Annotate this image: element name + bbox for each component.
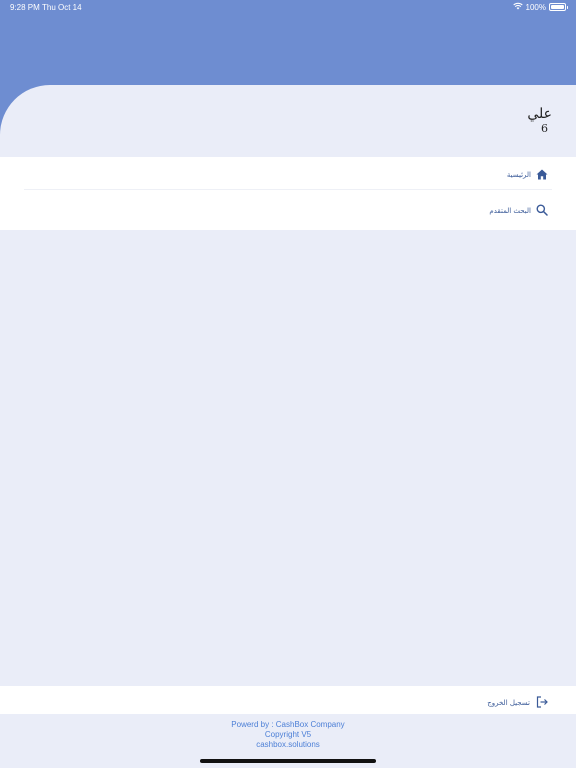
battery-percent: 100%	[525, 2, 546, 12]
footer: Powerd by : CashBox Company Copyright V5…	[0, 720, 576, 750]
user-name: علي	[527, 106, 552, 122]
menu-divider	[24, 189, 552, 190]
menu-item-advanced-search[interactable]: البحث المتقدم	[489, 201, 548, 220]
search-icon	[536, 201, 548, 220]
footer-copyright: Copyright V5	[264, 730, 312, 739]
logout-bar: تسجيل الخروج	[0, 686, 576, 714]
menu-item-home-label: الرئيسية	[506, 170, 531, 179]
footer-website-link[interactable]: cashbox.solutions	[0, 740, 576, 750]
menu-item-search-label: البحث المتقدم	[489, 206, 531, 215]
status-right: 100%	[512, 2, 568, 12]
logout-button[interactable]: تسجيل الخروج	[487, 693, 548, 712]
status-bar: 9:28 PM Thu Oct 14 100%	[0, 0, 576, 14]
home-icon	[536, 165, 548, 184]
home-indicator	[200, 759, 376, 763]
footer-powered-by: Powerd by : CashBox Company	[231, 720, 345, 729]
battery-fill	[551, 5, 564, 9]
header-curve	[0, 85, 576, 165]
user-id: 6	[541, 122, 548, 135]
wifi-icon	[512, 2, 523, 12]
battery-icon	[549, 3, 568, 11]
side-menu: الرئيسية البحث المتقدم	[0, 157, 576, 230]
status-time: 9:28 PM	[10, 3, 40, 12]
menu-item-home[interactable]: الرئيسية	[507, 165, 548, 184]
logout-label: تسجيل الخروج	[487, 698, 530, 707]
status-date: Thu Oct 14	[42, 3, 82, 12]
logout-icon	[536, 693, 548, 712]
